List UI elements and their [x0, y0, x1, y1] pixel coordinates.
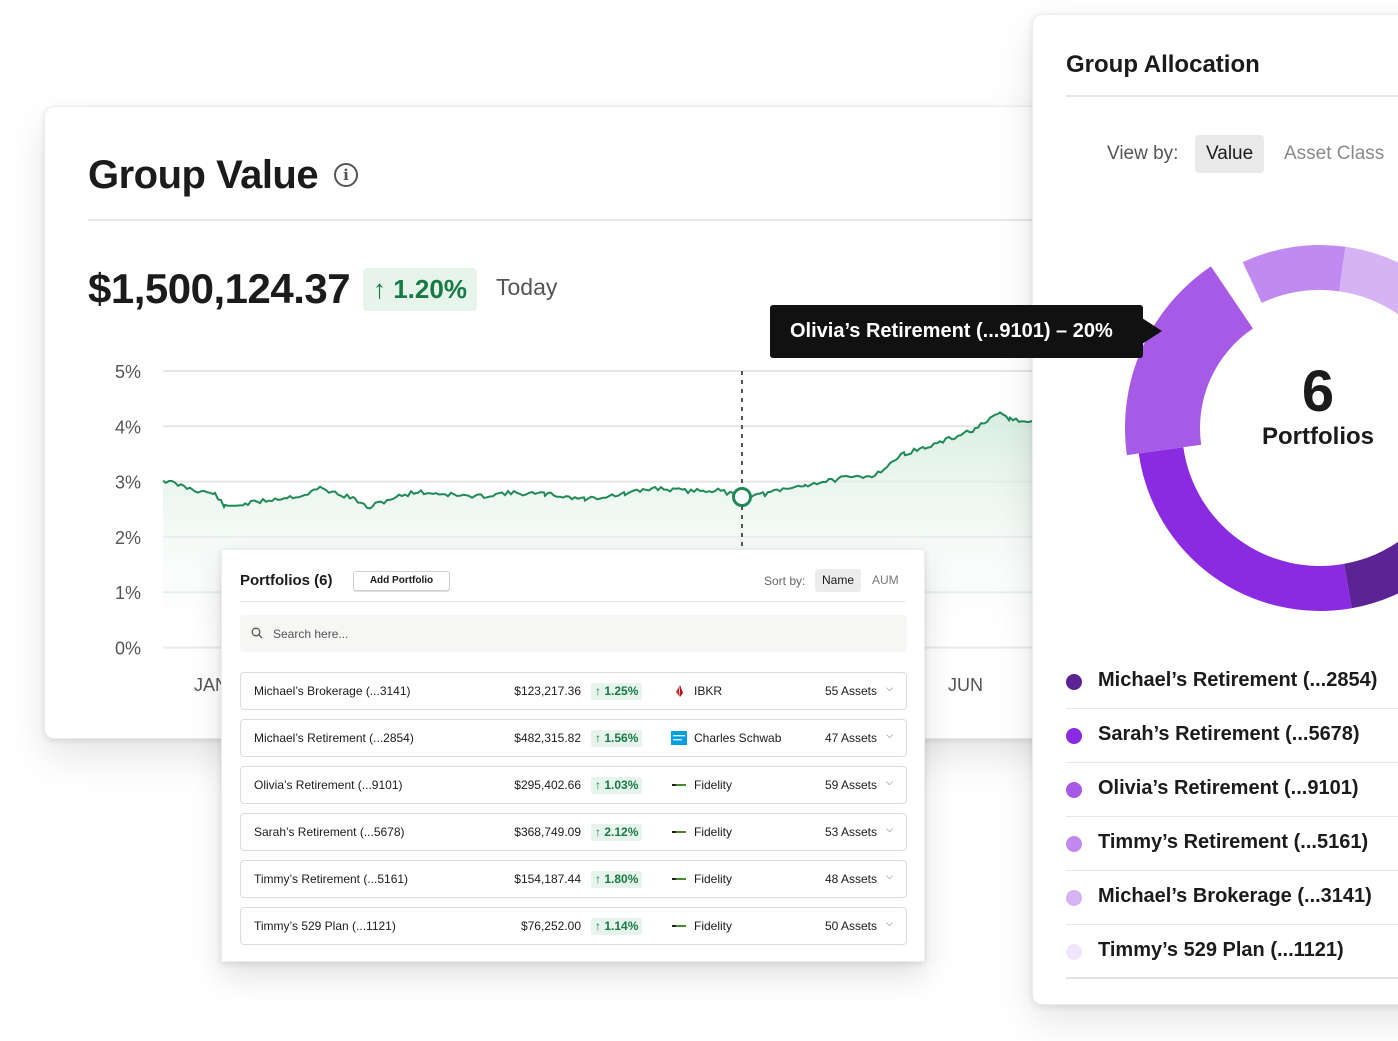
portfolio-row[interactable]: Sarah’s Retirement (...5678) $368,749.09… [240, 813, 907, 851]
chevron-down-icon[interactable]: ⌵ [886, 824, 893, 835]
portfolio-row[interactable]: Michael’s Brokerage (...3141) $123,217.3… [240, 672, 907, 710]
donut-segment-sarahs-retirement[interactable] [1138, 447, 1352, 612]
portfolio-name: Timmy’s 529 Plan (...1121) [254, 919, 396, 933]
legend-dot [1066, 674, 1082, 690]
fidelity-logo-icon [672, 831, 686, 833]
portfolio-row[interactable]: Michael’s Retirement (...2854) $482,315.… [240, 719, 907, 757]
y-axis-tick: 4% [115, 417, 141, 437]
asset-count: 50 Assets [824, 919, 877, 933]
chart-tooltip: Olivia’s Retirement (...9101) – 20% [770, 305, 1143, 358]
portfolio-change-badge: ↑ 1.25% [591, 683, 643, 700]
sort-by-aum-button[interactable]: AUM [865, 569, 906, 592]
ibkr-logo-icon [676, 685, 683, 697]
portfolio-row[interactable]: Timmy’s 529 Plan (...1121) $76,252.00 ↑ … [240, 907, 907, 945]
legend-item[interactable]: Olivia’s Retirement (...9101) [1066, 763, 1398, 817]
portfolio-name: Sarah’s Retirement (...5678) [254, 825, 405, 839]
portfolio-value: $295,402.66 [514, 778, 581, 792]
asset-count: 53 Assets [824, 825, 877, 839]
legend-label: Olivia’s Retirement (...9101) [1098, 777, 1359, 799]
chevron-down-icon[interactable]: ⌵ [886, 730, 893, 741]
asset-count: 48 Assets [824, 872, 877, 886]
custodian-name: Fidelity [694, 778, 733, 792]
portfolio-count: 6 [1301, 359, 1335, 424]
portfolio-value: $154,187.44 [514, 872, 581, 886]
sort-by-name-button[interactable]: Name [815, 569, 862, 592]
schwab-logo-icon [671, 731, 687, 745]
allocation-legend: Michael’s Retirement (...2854) Sarah’s R… [1066, 655, 1398, 979]
fidelity-logo-icon [672, 925, 686, 927]
legend-dot [1066, 782, 1082, 798]
portfolios-divider [240, 601, 906, 602]
portfolios-title: Portfolios (6) [240, 572, 333, 589]
portfolio-list: Michael’s Brokerage (...3141) $123,217.3… [240, 672, 907, 954]
legend-label: Michael’s Brokerage (...3141) [1098, 885, 1372, 907]
portfolio-change-badge: ↑ 1.14% [591, 918, 643, 935]
custodian-name: Charles Schwab [694, 731, 782, 745]
y-axis-tick: 2% [115, 528, 141, 548]
asset-count: 55 Assets [824, 684, 877, 698]
chart-hover-point[interactable] [732, 487, 752, 507]
portfolio-row[interactable]: Olivia’s Retirement (...9101) $295,402.6… [240, 766, 907, 804]
asset-count: 47 Assets [824, 731, 877, 745]
portfolio-value: $123,217.36 [514, 684, 581, 698]
group-allocation-card: Group Allocation View by: Value Asset Cl… [1032, 14, 1398, 1005]
portfolio-value: $368,749.09 [514, 825, 581, 839]
search-icon [251, 627, 263, 639]
legend-item[interactable]: Timmy’s Retirement (...5161) [1066, 817, 1398, 871]
search-box[interactable] [240, 615, 907, 652]
legend-item[interactable]: Timmy’s 529 Plan (...1121) [1066, 925, 1398, 979]
fidelity-logo-icon [672, 784, 686, 786]
legend-item[interactable]: Michael’s Brokerage (...3141) [1066, 871, 1398, 925]
custodian-name: Fidelity [694, 825, 733, 839]
search-input[interactable] [273, 615, 873, 652]
portfolios-panel: Portfolios (6) Add Portfolio Sort by: Na… [221, 549, 925, 962]
chevron-down-icon[interactable]: ⌵ [886, 777, 893, 788]
portfolio-change-badge: ↑ 1.56% [591, 730, 643, 747]
donut-segment-timmys-retirement[interactable] [1242, 245, 1346, 303]
tooltip-arrow [1142, 318, 1162, 344]
portfolio-row[interactable]: Timmy’s Retirement (...5161) $154,187.44… [240, 860, 907, 898]
sort-by-label: Sort by: [764, 574, 806, 588]
legend-label: Timmy’s Retirement (...5161) [1098, 831, 1369, 853]
portfolio-change-badge: ↑ 1.03% [591, 777, 643, 794]
fidelity-logo-icon [672, 878, 686, 880]
custodian-name: Fidelity [694, 872, 733, 886]
chevron-down-icon[interactable]: ⌵ [886, 683, 893, 694]
portfolio-name: Olivia’s Retirement (...9101) [254, 778, 403, 792]
portfolio-value: $482,315.82 [514, 731, 581, 745]
portfolio-change-badge: ↑ 2.12% [591, 824, 643, 841]
legend-label: Michael’s Retirement (...2854) [1098, 669, 1378, 691]
y-axis-tick: 1% [115, 583, 141, 603]
y-axis-tick: 0% [115, 639, 141, 659]
portfolio-change-badge: ↑ 1.80% [591, 871, 643, 888]
portfolio-name: Michael’s Brokerage (...3141) [254, 684, 411, 698]
y-axis-tick: 5% [115, 362, 141, 382]
legend-dot [1066, 944, 1082, 960]
legend-dot [1066, 890, 1082, 906]
custodian-name: IBKR [694, 684, 723, 698]
x-axis-tick: JUN [948, 675, 983, 695]
add-portfolio-button[interactable]: Add Portfolio [353, 571, 450, 591]
asset-count: 59 Assets [824, 778, 877, 792]
donut-segment-michaels-brokerage[interactable] [1339, 246, 1398, 315]
legend-item[interactable]: Michael’s Retirement (...2854) [1066, 655, 1398, 709]
legend-label: Timmy’s 529 Plan (...1121) [1098, 939, 1344, 961]
portfolio-name: Timmy’s Retirement (...5161) [254, 872, 409, 886]
chevron-down-icon[interactable]: ⌵ [886, 871, 893, 882]
legend-item[interactable]: Sarah’s Retirement (...5678) [1066, 709, 1398, 763]
y-axis-tick: 3% [115, 473, 141, 493]
legend-dot [1066, 728, 1082, 744]
chevron-down-icon[interactable]: ⌵ [886, 918, 893, 929]
portfolio-count-label: Portfolios [1262, 423, 1374, 450]
portfolio-value: $76,252.00 [520, 919, 581, 933]
legend-label: Sarah’s Retirement (...5678) [1098, 723, 1360, 745]
portfolio-name: Michael’s Retirement (...2854) [254, 731, 414, 745]
legend-dot [1066, 836, 1082, 852]
custodian-name: Fidelity [694, 919, 733, 933]
